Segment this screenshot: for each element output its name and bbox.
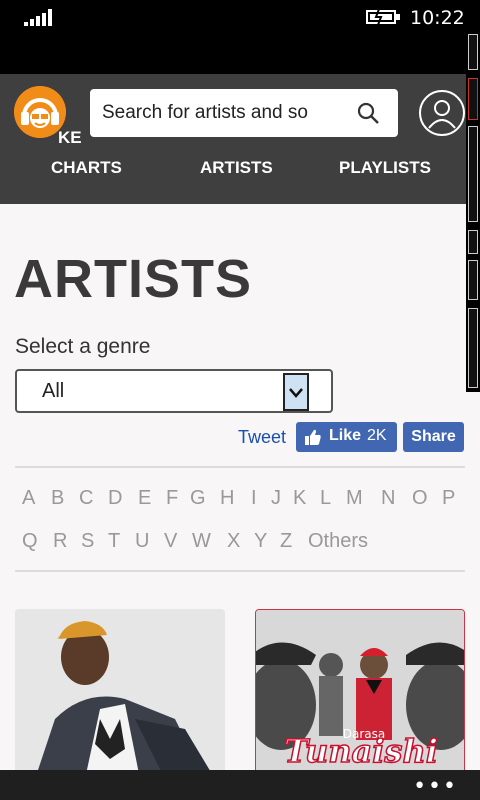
- card-title-label: Tunaishi: [284, 732, 438, 770]
- artist-card[interactable]: [15, 609, 225, 770]
- genre-select[interactable]: All: [15, 369, 333, 413]
- more-options-icon[interactable]: •••: [413, 774, 458, 799]
- letter-g[interactable]: G: [190, 487, 206, 510]
- search-input[interactable]: [102, 97, 342, 129]
- facebook-share-button[interactable]: Share: [403, 422, 464, 452]
- main-nav: CHARTS ARTISTS PLAYLISTS: [0, 158, 480, 198]
- facebook-like-button[interactable]: Like 2K: [296, 422, 397, 452]
- chevron-down-icon[interactable]: [283, 373, 309, 411]
- letter-c[interactable]: C: [79, 487, 93, 510]
- app-bar: •••: [0, 770, 480, 800]
- letter-e[interactable]: E: [138, 487, 151, 510]
- letter-u[interactable]: U: [135, 530, 149, 553]
- letter-i[interactable]: I: [251, 487, 257, 510]
- battery-charging-icon: [366, 9, 400, 25]
- nav-playlists[interactable]: PLAYLISTS: [339, 158, 431, 178]
- letter-w[interactable]: W: [192, 530, 211, 553]
- page-title: ARTISTS: [14, 249, 253, 309]
- letter-z[interactable]: Z: [280, 530, 292, 553]
- divider: [15, 466, 465, 468]
- letter-x[interactable]: X: [227, 530, 240, 553]
- like-label: Like: [329, 427, 362, 444]
- letter-t[interactable]: T: [108, 530, 120, 553]
- letter-o[interactable]: O: [412, 487, 428, 510]
- genre-select-value: All: [42, 380, 65, 402]
- divider: [15, 570, 465, 572]
- letter-v[interactable]: V: [164, 530, 177, 553]
- search-box[interactable]: [90, 89, 398, 137]
- tweet-link[interactable]: Tweet: [238, 427, 286, 448]
- search-icon[interactable]: [356, 101, 380, 125]
- letter-n[interactable]: N: [381, 487, 395, 510]
- letter-p[interactable]: P: [442, 487, 455, 510]
- signal-icon: [24, 8, 56, 26]
- page-content: ARTISTS Select a genre All Tweet Like 2K…: [0, 204, 480, 770]
- nav-artists[interactable]: ARTISTS: [200, 158, 273, 178]
- letter-k[interactable]: K: [293, 487, 306, 510]
- letter-m[interactable]: M: [346, 487, 363, 510]
- letter-y[interactable]: Y: [254, 530, 267, 553]
- letter-j[interactable]: J: [271, 487, 281, 510]
- app-header: KE CHARTS ARTISTS PLAYLISTS: [0, 74, 480, 204]
- genre-label: Select a genre: [15, 335, 151, 358]
- nav-charts[interactable]: CHARTS: [51, 158, 122, 178]
- letter-h[interactable]: H: [220, 487, 234, 510]
- letter-q[interactable]: Q: [22, 530, 38, 553]
- letter-r[interactable]: R: [53, 530, 67, 553]
- status-bar: 10:22: [0, 0, 480, 34]
- letter-d[interactable]: D: [108, 487, 122, 510]
- logo-country-code: KE: [58, 128, 82, 147]
- thumbs-up-icon: [305, 429, 321, 445]
- letter-f[interactable]: F: [166, 487, 178, 510]
- debug-counter-strip: [466, 30, 480, 392]
- letter-others[interactable]: Others: [308, 530, 368, 553]
- artist-photo: Darasa Tunaishi: [256, 610, 464, 770]
- account-icon[interactable]: [419, 90, 465, 136]
- artist-card[interactable]: Darasa Tunaishi: [255, 609, 465, 770]
- like-count: 2K: [367, 427, 387, 444]
- artist-photo: [15, 609, 225, 770]
- letter-a[interactable]: A: [22, 487, 35, 510]
- letter-b[interactable]: B: [51, 487, 64, 510]
- letter-s[interactable]: S: [81, 530, 94, 553]
- clock: 10:22: [410, 7, 465, 29]
- letter-l[interactable]: L: [320, 487, 331, 510]
